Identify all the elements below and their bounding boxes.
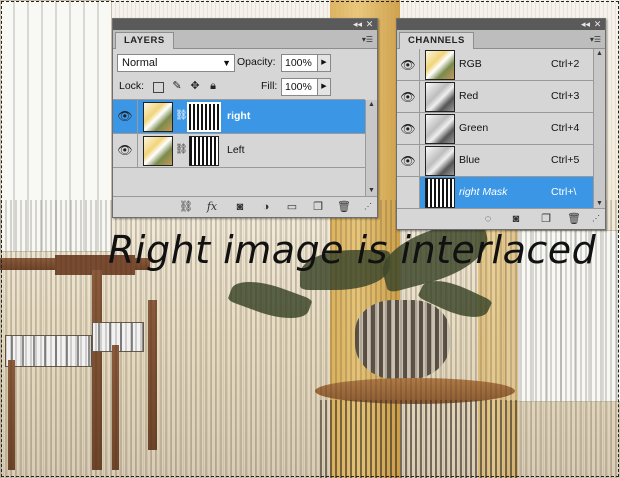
- layers-panel: ◂◂ ✕ LAYERS ▾☰ Normal ▼ Opacity: 100% ▶ …: [112, 18, 378, 218]
- layer-mask-thumbnail[interactable]: [187, 102, 221, 132]
- panel-titlebar[interactable]: ◂◂ ✕: [113, 19, 377, 30]
- collapse-icon[interactable]: ◂◂: [580, 19, 591, 30]
- channel-thumbnail: [425, 146, 455, 176]
- link-icon[interactable]: ⛓︎: [175, 110, 188, 121]
- visibility-toggle[interactable]: [397, 177, 420, 208]
- tab-layers[interactable]: LAYERS: [115, 32, 174, 49]
- fill-input[interactable]: 100%: [281, 78, 318, 96]
- load-selection-icon[interactable]: ◌: [481, 212, 495, 226]
- panel-menu-icon[interactable]: ▾☰: [590, 35, 601, 44]
- blend-row: Normal ▼ Opacity: 100% ▶: [113, 51, 377, 73]
- blend-mode-select[interactable]: Normal ▼: [117, 54, 235, 72]
- channel-row-blue[interactable]: 👁︎ Blue Ctrl+5: [397, 145, 593, 177]
- channels-scrollbar[interactable]: ▲ ▼: [593, 49, 605, 209]
- link-icon[interactable]: ⛓︎: [179, 200, 193, 214]
- channel-name: right Mask: [459, 186, 508, 198]
- layer-name: right: [227, 110, 251, 122]
- panel-titlebar[interactable]: ◂◂ ✕: [397, 19, 605, 30]
- resize-grip-icon[interactable]: ⋰: [361, 200, 375, 214]
- close-icon[interactable]: ✕: [364, 19, 375, 30]
- new-channel-icon[interactable]: ❐: [539, 212, 553, 226]
- visibility-toggle[interactable]: 👁︎: [113, 100, 138, 133]
- channel-shortcut: Ctrl+\: [551, 186, 577, 198]
- channel-shortcut: Ctrl+4: [551, 122, 580, 134]
- layer-thumbnail: [143, 136, 173, 166]
- opacity-slider-button[interactable]: ▶: [317, 54, 331, 72]
- channel-shortcut: Ctrl+2: [551, 58, 580, 70]
- eye-icon[interactable]: 👁︎: [115, 109, 135, 123]
- eye-icon[interactable]: 👁︎: [398, 90, 418, 104]
- eye-icon[interactable]: 👁︎: [398, 154, 418, 168]
- tab-channels[interactable]: CHANNELS: [399, 32, 474, 49]
- tab-row: CHANNELS ▾☰: [397, 30, 605, 49]
- channel-row-red[interactable]: 👁︎ Red Ctrl+3: [397, 81, 593, 113]
- panel-menu-icon[interactable]: ▾☰: [362, 35, 373, 44]
- trash-icon[interactable]: 🗑︎: [567, 212, 581, 226]
- channel-shortcut: Ctrl+3: [551, 90, 580, 102]
- channel-name: Blue: [459, 154, 481, 166]
- channel-thumbnail: [425, 178, 455, 208]
- caption-text: Right image is interlaced: [108, 228, 597, 272]
- folder-icon[interactable]: ▭: [285, 200, 299, 214]
- visibility-toggle[interactable]: 👁︎: [397, 145, 420, 176]
- channels-panel: ◂◂ ✕ CHANNELS ▾☰ 👁︎ RGB Ctrl+2 👁︎ Red Ct…: [396, 18, 606, 230]
- save-selection-icon[interactable]: ◙: [509, 212, 523, 226]
- dropdown-arrow-icon: ▼: [222, 58, 231, 68]
- scroll-up-icon[interactable]: ▲: [366, 100, 377, 110]
- channel-row-rgb[interactable]: 👁︎ RGB Ctrl+2: [397, 49, 593, 81]
- lock-position-icon[interactable]: ✥: [189, 80, 201, 92]
- eye-icon[interactable]: 👁︎: [398, 122, 418, 136]
- fill-slider-button[interactable]: ▶: [317, 78, 331, 96]
- new-layer-icon[interactable]: ❐: [311, 200, 325, 214]
- channels-footer: ◌ ◙ ❐ 🗑︎ ⋰: [397, 208, 605, 229]
- lock-image-icon[interactable]: ✎: [171, 80, 183, 92]
- lock-transparent-icon[interactable]: [153, 82, 164, 93]
- scroll-up-icon[interactable]: ▲: [594, 49, 605, 59]
- link-icon[interactable]: ⛓︎: [175, 144, 188, 155]
- lock-label: Lock:: [119, 80, 145, 92]
- lock-row: Lock: ✎ ✥ 🔒︎ Fill: 100% ▶: [113, 77, 377, 99]
- scroll-down-icon[interactable]: ▼: [366, 186, 377, 196]
- adjustment-layer-icon[interactable]: ◑: [259, 200, 273, 214]
- layer-mask-thumbnail[interactable]: [189, 136, 219, 166]
- visibility-toggle[interactable]: 👁︎: [397, 113, 420, 144]
- channel-name: Green: [459, 122, 489, 134]
- lock-all-icon[interactable]: 🔒︎: [207, 80, 219, 92]
- layer-thumbnail: [143, 102, 173, 132]
- eye-icon[interactable]: 👁︎: [398, 58, 418, 72]
- add-mask-icon[interactable]: ◙: [233, 200, 247, 214]
- opacity-input[interactable]: 100%: [281, 54, 318, 72]
- fill-label: Fill:: [261, 80, 278, 92]
- channel-thumbnail: [425, 82, 455, 112]
- visibility-toggle[interactable]: 👁︎: [397, 81, 420, 112]
- visibility-toggle[interactable]: 👁︎: [113, 134, 138, 167]
- opacity-label: Opacity:: [237, 56, 276, 68]
- channel-thumbnail: [425, 50, 455, 80]
- resize-grip-icon[interactable]: ⋰: [589, 212, 603, 226]
- layer-row-left[interactable]: 👁︎ ⛓︎ Left: [113, 134, 365, 168]
- channel-shortcut: Ctrl+5: [551, 154, 580, 166]
- channel-name: Red: [459, 90, 479, 102]
- collapse-icon[interactable]: ◂◂: [352, 19, 363, 30]
- visibility-toggle[interactable]: 👁︎: [397, 49, 420, 80]
- fx-icon[interactable]: fx: [205, 200, 219, 214]
- trash-icon[interactable]: 🗑︎: [337, 200, 351, 214]
- layers-scrollbar[interactable]: ▲ ▼: [365, 100, 377, 196]
- layers-footer: ⛓︎ fx ◙ ◑ ▭ ❐ 🗑︎ ⋰: [113, 196, 377, 217]
- close-icon[interactable]: ✕: [592, 19, 603, 30]
- channel-row-right-mask[interactable]: right Mask Ctrl+\: [397, 177, 593, 209]
- tab-row: LAYERS ▾☰: [113, 30, 377, 49]
- channel-thumbnail: [425, 114, 455, 144]
- channel-row-green[interactable]: 👁︎ Green Ctrl+4: [397, 113, 593, 145]
- eye-icon[interactable]: 👁︎: [115, 143, 135, 157]
- blend-mode-value: Normal: [122, 57, 158, 69]
- layer-row-right[interactable]: 👁︎ ⛓︎ right: [113, 100, 365, 134]
- channel-name: RGB: [459, 58, 482, 70]
- layer-name: Left: [227, 144, 245, 156]
